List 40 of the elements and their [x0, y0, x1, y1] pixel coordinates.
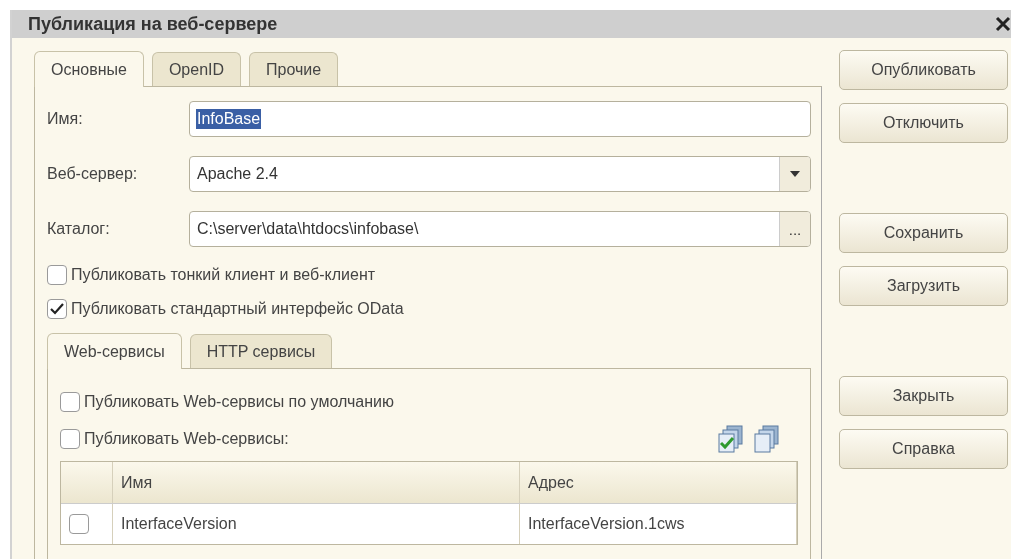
window-title: Публикация на веб-сервере: [28, 13, 278, 35]
dropdown-field[interactable]: Apache 2.4: [189, 156, 811, 192]
close-icon[interactable]: [995, 16, 1011, 32]
input-field[interactable]: C:\server\data\htdocs\infobase\ ...: [189, 211, 811, 247]
dialog-button[interactable]: Закрыть: [839, 376, 1008, 416]
dialog-button[interactable]: Отключить: [839, 103, 1008, 143]
field-value: C:\server\data\htdocs\infobase\: [196, 219, 420, 239]
checkbox[interactable]: [47, 265, 67, 285]
caret-icon: [790, 171, 800, 177]
browse-button[interactable]: ...: [779, 212, 810, 246]
dialog-button[interactable]: Справка: [839, 429, 1008, 469]
tab[interactable]: HTTP сервисы: [189, 334, 333, 368]
field-value: Apache 2.4: [196, 164, 279, 184]
checkbox-label: Публиковать стандартный интерфейс OData: [71, 300, 404, 318]
column-header[interactable]: Адрес: [520, 462, 797, 503]
column-header[interactable]: Имя: [113, 462, 520, 503]
tab[interactable]: Прочие: [249, 52, 339, 86]
field-value: InfoBase: [196, 109, 262, 129]
checkbox-label: Публиковать Web-сервисы по умолчанию: [84, 392, 394, 411]
tab[interactable]: OpenID: [151, 52, 242, 86]
checkbox[interactable]: [60, 428, 80, 449]
checkbox-label: Публиковать Web-сервисы:: [84, 429, 289, 448]
uncheck-all-icon[interactable]: [754, 424, 780, 453]
table-cell: InterfaceVersion: [113, 504, 520, 544]
dialog-button[interactable]: Опубликовать: [839, 50, 1008, 90]
check-all-icon[interactable]: [718, 424, 744, 453]
table-cell: InterfaceVersion.1cws: [520, 504, 797, 544]
checkbox[interactable]: [60, 391, 80, 412]
tab[interactable]: Основные: [34, 51, 144, 87]
checkbox[interactable]: [69, 514, 89, 534]
tab[interactable]: Web-сервисы: [47, 333, 182, 369]
dialog-button[interactable]: Сохранить: [839, 213, 1008, 253]
field-label: Веб-сервер:: [47, 165, 139, 183]
input-field[interactable]: InfoBase: [189, 101, 811, 137]
checkbox-label: Публиковать тонкий клиент и веб-клиент: [71, 266, 376, 284]
field-label: Имя:: [47, 110, 84, 128]
dialog-button[interactable]: Загрузить: [839, 266, 1008, 306]
dropdown-button[interactable]: [779, 157, 810, 191]
field-label: Каталог:: [47, 220, 111, 238]
checkbox[interactable]: [47, 299, 67, 319]
